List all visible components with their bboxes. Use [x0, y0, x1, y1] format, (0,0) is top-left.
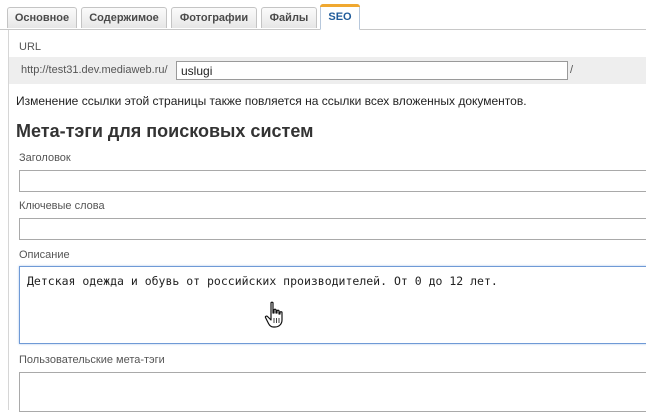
tab-content[interactable]: Содержимое	[81, 7, 167, 28]
tab-bar: Основное Содержимое Фотографии Файлы SEO	[0, 0, 646, 31]
custom-meta-textarea[interactable]	[19, 372, 646, 412]
url-row: http://test31.dev.mediaweb.ru/ /	[9, 57, 646, 84]
url-change-note: Изменение ссылки этой страницы также пов…	[16, 94, 527, 108]
tab-basic[interactable]: Основное	[7, 7, 77, 28]
url-prefix: http://test31.dev.mediaweb.ru/	[21, 64, 168, 76]
description-label: Описание	[19, 249, 70, 261]
keywords-input[interactable]	[19, 218, 646, 240]
meta-tags-heading: Мета-тэги для поисковых систем	[16, 121, 314, 141]
title-input[interactable]	[19, 170, 646, 192]
custom-meta-label: Пользовательские мета-тэги	[19, 354, 165, 366]
keywords-label: Ключевые слова	[19, 200, 105, 212]
tab-seo[interactable]: SEO	[320, 4, 360, 30]
description-textarea[interactable]: Детская одежда и обувь от российских про…	[19, 266, 646, 344]
url-slug-input[interactable]	[176, 61, 568, 80]
url-label: URL	[19, 41, 42, 53]
url-suffix: /	[570, 64, 574, 76]
title-label: Заголовок	[19, 152, 71, 164]
hand-pointer-icon	[264, 301, 283, 328]
tab-photos[interactable]: Фотографии	[171, 7, 257, 28]
tab-files[interactable]: Файлы	[261, 7, 317, 28]
